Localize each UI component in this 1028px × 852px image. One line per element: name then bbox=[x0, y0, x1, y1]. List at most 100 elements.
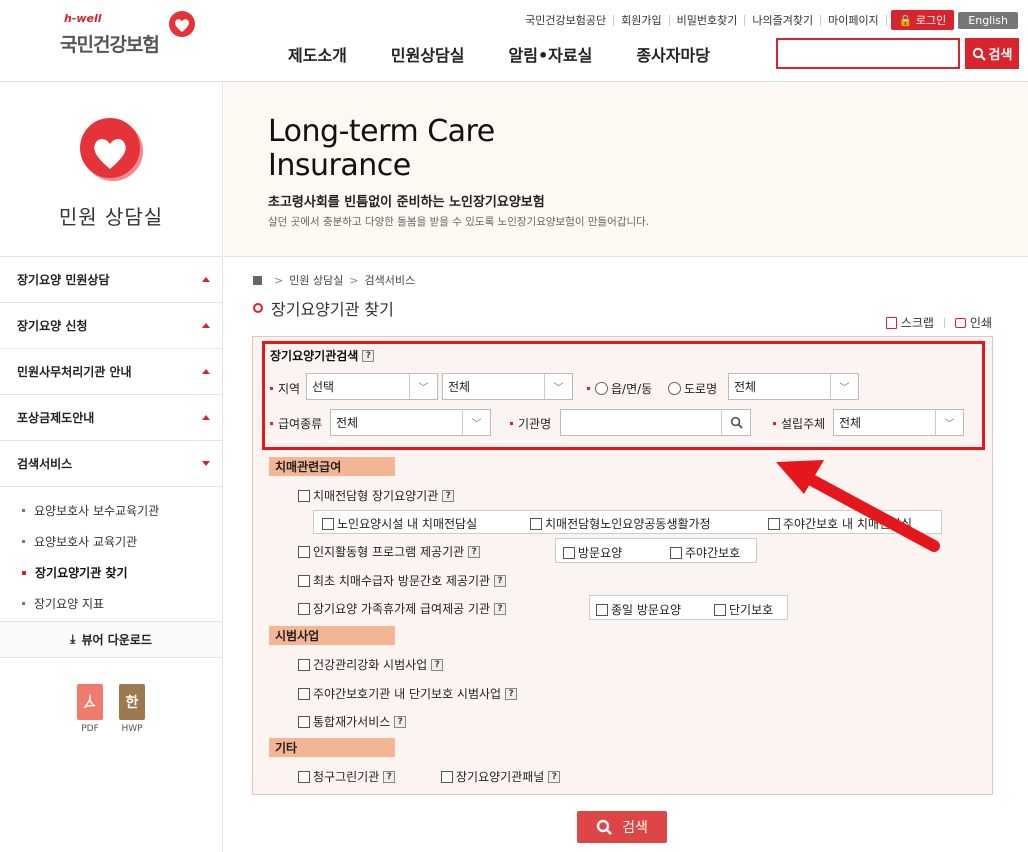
login-button[interactable]: 🔒 로그인 bbox=[890, 10, 955, 30]
checkbox-box[interactable] bbox=[298, 687, 310, 700]
sidebar-item-ltc-apply[interactable]: 장기요양 신청 bbox=[0, 303, 222, 349]
checkbox-box[interactable] bbox=[298, 658, 310, 671]
region-select-dong[interactable]: 전체 ﹀ bbox=[728, 373, 859, 400]
checkbox-box[interactable] bbox=[714, 603, 726, 616]
checkbox-family-vacation[interactable]: 장기요양 가족휴가제 급여제공 기관? bbox=[298, 600, 507, 617]
subnav-item-find-facility[interactable]: 장기요양기관 찾기 bbox=[0, 557, 222, 588]
sidebar-item-search-service[interactable]: 검색서비스 bbox=[0, 441, 222, 487]
subnav-item-caregiver-training[interactable]: 요양보호사 보수교육기관 bbox=[0, 495, 222, 526]
gnb-item-civil[interactable]: 민원상담실 bbox=[391, 42, 465, 66]
checkbox-cognitive-program[interactable]: 인지활동형 프로그램 제공기관? bbox=[298, 543, 481, 560]
english-button[interactable]: English bbox=[958, 11, 1018, 29]
sidebar-item-ltc-consult[interactable]: 장기요양 민원상담 bbox=[0, 257, 222, 303]
checkbox-box[interactable] bbox=[298, 602, 310, 615]
pdf-file-icon bbox=[77, 684, 103, 720]
subnav-item-caregiver-education[interactable]: 요양보호사 교육기관 bbox=[0, 526, 222, 557]
checkbox-fullday-home-care[interactable]: 종일 방문요양 bbox=[596, 601, 681, 618]
help-icon[interactable]: ? bbox=[494, 602, 507, 615]
checkbox-agency-panel[interactable]: 장기요양기관패널? bbox=[441, 768, 561, 785]
checkbox-day-night-care[interactable]: 주야간보호 bbox=[670, 544, 740, 561]
header-search-input[interactable] bbox=[776, 38, 960, 69]
radio-circle[interactable] bbox=[595, 382, 608, 395]
util-link-join[interactable]: 회원가입 bbox=[614, 14, 670, 26]
util-link-nhis[interactable]: 국민건강보험공단 bbox=[518, 14, 615, 26]
search-button[interactable]: 검색 bbox=[577, 811, 667, 843]
region-select-sigungu[interactable]: 전체 ﹀ bbox=[442, 373, 573, 400]
help-icon[interactable]: ? bbox=[548, 770, 561, 783]
checkbox-home-visit-care[interactable]: 방문요양 bbox=[563, 544, 622, 561]
checkbox-box[interactable] bbox=[530, 517, 542, 530]
util-link-favorites[interactable]: 나의즐겨찾기 bbox=[745, 14, 822, 26]
checkbox-label: 주야간보호기관 내 단기보호 시범사업 bbox=[313, 687, 502, 701]
help-icon[interactable]: ? bbox=[505, 687, 518, 700]
util-link-mypage[interactable]: 마이페이지 bbox=[821, 14, 887, 26]
region-select-dong-value: 전체 bbox=[734, 380, 757, 394]
org-name-label: 기관명 bbox=[510, 415, 551, 432]
print-button[interactable]: 인쇄 bbox=[954, 314, 992, 331]
viewer-download-button[interactable]: ⤓ 뷰어 다운로드 bbox=[0, 622, 222, 658]
checkbox-nursing-dementia-room[interactable]: 노인요양시설 내 치매전담실 bbox=[322, 515, 477, 532]
checkbox-short-term-care[interactable]: 단기보호 bbox=[714, 601, 773, 618]
help-icon[interactable]: ? bbox=[431, 658, 444, 671]
bullet-icon bbox=[270, 387, 273, 390]
org-name-input[interactable] bbox=[560, 409, 751, 436]
checkbox-dementia-facility[interactable]: 치매전담형 장기요양기관? bbox=[298, 487, 455, 504]
breadcrumb-item-search[interactable]: 검색서비스 bbox=[365, 272, 416, 288]
checkbox-box[interactable] bbox=[441, 770, 453, 783]
help-icon[interactable]: ? bbox=[442, 489, 455, 502]
radio-eup[interactable]: 읍/면/동 bbox=[587, 380, 652, 397]
checkbox-box[interactable] bbox=[298, 574, 310, 587]
checkbox-box[interactable] bbox=[768, 517, 780, 530]
gnb-item-worker[interactable]: 종사자마당 bbox=[636, 42, 710, 66]
sidebar-subnav: 요양보호사 보수교육기관 요양보호사 교육기관 장기요양기관 찾기 장기요양 지… bbox=[0, 487, 222, 622]
checkbox-box[interactable] bbox=[298, 715, 310, 728]
help-icon[interactable]: ? bbox=[468, 545, 481, 558]
help-icon[interactable]: ? bbox=[383, 770, 396, 783]
region-select-sido[interactable]: 선택 ﹀ bbox=[306, 373, 438, 400]
home-icon[interactable] bbox=[253, 275, 262, 285]
checkbox-box[interactable] bbox=[298, 770, 310, 783]
breadcrumb-item-civil[interactable]: 민원 상담실 bbox=[289, 272, 343, 288]
header-search-button[interactable]: 검색 bbox=[965, 38, 1019, 69]
site-logo[interactable]: h-well 국민건강보험 bbox=[60, 10, 200, 60]
subnav-label: 요양보호사 교육기관 bbox=[34, 535, 138, 549]
radio-circle[interactable] bbox=[668, 382, 681, 395]
subnav-item-ltc-indicator[interactable]: 장기요양 지표 bbox=[0, 588, 222, 619]
gnb-item-intro[interactable]: 제도소개 bbox=[288, 42, 347, 66]
checkbox-daycare-shortterm-pilot[interactable]: 주야간보호기관 내 단기보호 시범사업? bbox=[298, 685, 518, 702]
category-dementia: 치매관련급여 bbox=[269, 457, 395, 476]
checkbox-daycare-dementia-room[interactable]: 주야간보호 내 치매전담실 bbox=[768, 515, 912, 532]
pdf-viewer-link[interactable]: PDF bbox=[77, 684, 103, 734]
checkbox-health-pilot[interactable]: 건강관리강화 시범사업? bbox=[298, 656, 444, 673]
org-name-search-button[interactable] bbox=[721, 410, 750, 435]
page-title: 장기요양기관 찾기 bbox=[253, 296, 394, 320]
checkbox-first-dementia-nursing[interactable]: 최초 치매수급자 방문간호 제공기관? bbox=[298, 572, 507, 589]
help-icon[interactable]: ? bbox=[362, 349, 375, 362]
subnav-label: 요양보호사 보수교육기관 bbox=[34, 504, 160, 518]
benefit-select[interactable]: 전체 ﹀ bbox=[330, 409, 491, 436]
scrap-button[interactable]: 스크랩 bbox=[885, 314, 934, 331]
gnb-item-notice[interactable]: 알림•자료실 bbox=[509, 42, 593, 66]
sidebar-item-agency-guide[interactable]: 민원사무처리기관 안내 bbox=[0, 349, 222, 395]
scrap-icon bbox=[885, 316, 897, 329]
checkbox-integrated-home-service[interactable]: 통합재가서비스? bbox=[298, 713, 407, 730]
checkbox-green-agency[interactable]: 청구그린기관? bbox=[298, 768, 396, 785]
sidebar-item-reward[interactable]: 포상금제도안내 bbox=[0, 395, 222, 441]
hwp-viewer-link[interactable]: 한 HWP bbox=[119, 684, 145, 734]
radio-road[interactable]: 도로명 bbox=[668, 380, 717, 397]
checkbox-box[interactable] bbox=[596, 603, 608, 616]
checkbox-box[interactable] bbox=[563, 546, 575, 559]
checkbox-box[interactable] bbox=[670, 546, 682, 559]
founder-select[interactable]: 전체 ﹀ bbox=[833, 409, 964, 436]
util-link-password[interactable]: 비밀번호찾기 bbox=[670, 14, 746, 26]
checkbox-box[interactable] bbox=[298, 489, 310, 502]
checkbox-dementia-group-home[interactable]: 치매전담형노인요양공동생활가정 bbox=[530, 515, 711, 532]
help-icon[interactable]: ? bbox=[394, 715, 407, 728]
checkbox-box[interactable] bbox=[298, 545, 310, 558]
checkbox-label: 장기요양기관패널 bbox=[456, 770, 545, 784]
checkbox-box[interactable] bbox=[322, 517, 334, 530]
search-form-title: 장기요양기관검색 ? bbox=[270, 347, 375, 364]
tools-divider bbox=[943, 317, 945, 328]
help-icon[interactable]: ? bbox=[494, 574, 507, 587]
founder-select-value: 전체 bbox=[839, 416, 862, 430]
